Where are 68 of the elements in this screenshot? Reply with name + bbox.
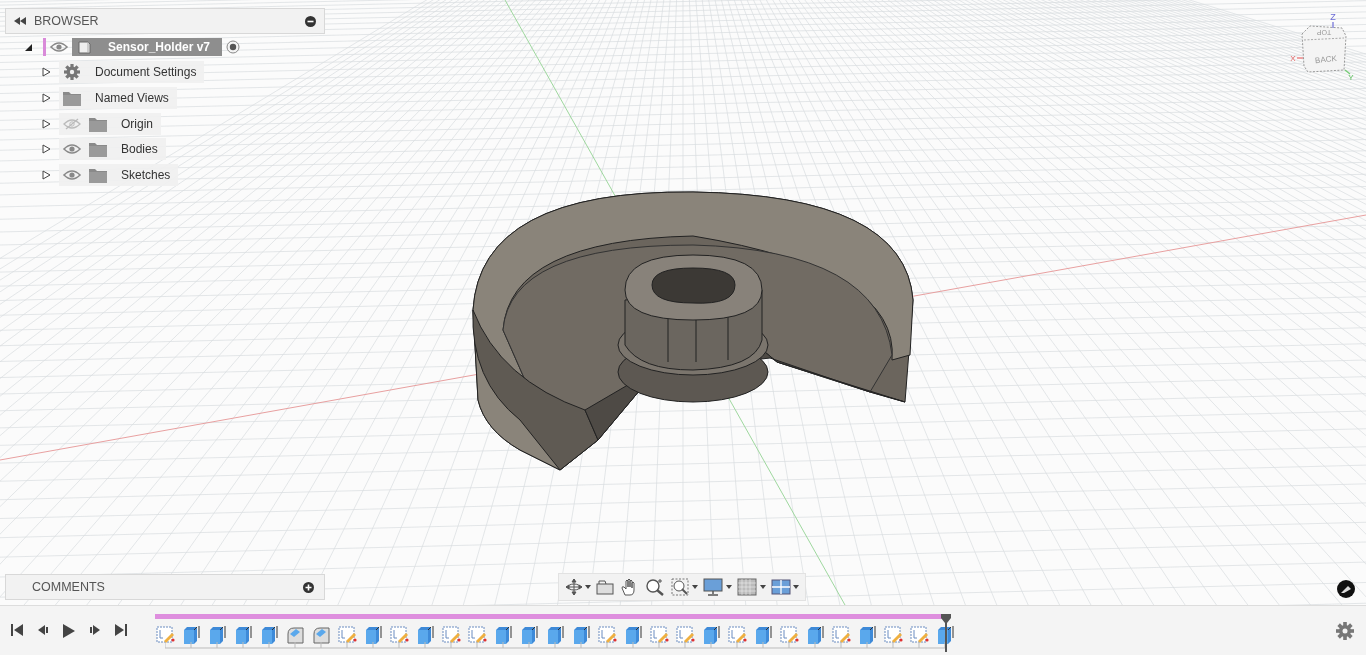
eye-icon[interactable] [50, 40, 68, 53]
sketch-feature-icon[interactable] [337, 623, 357, 644]
folder-icon [63, 90, 81, 106]
hidden-eye-icon[interactable] [63, 117, 81, 130]
folder-icon [89, 141, 107, 158]
folder-icon [89, 166, 107, 183]
skip-to-start-icon[interactable] [10, 622, 24, 637]
extrude-feature-icon[interactable] [805, 623, 825, 644]
expand-toggle-icon[interactable] [41, 169, 51, 180]
axis-label: Y [1348, 73, 1354, 82]
z-axis-line [1332, 21, 1334, 29]
gear-icon [63, 64, 81, 81]
display-settings-icon[interactable] [703, 578, 733, 596]
component-icon [72, 37, 96, 56]
active-marker [43, 37, 46, 56]
extrude-feature-icon[interactable] [259, 623, 279, 644]
eye-icon[interactable] [63, 168, 81, 181]
extrude-feature-icon[interactable] [857, 623, 877, 644]
folder-icon [89, 115, 107, 132]
extrude-feature-icon[interactable] [571, 623, 591, 644]
eye-icon[interactable] [63, 143, 81, 156]
look-at-icon[interactable] [595, 578, 615, 596]
sketch-feature-icon[interactable] [727, 623, 747, 644]
axis-label: Z [1330, 12, 1336, 22]
extrude-feature-icon[interactable] [415, 623, 435, 644]
extrude-feature-icon[interactable] [519, 623, 539, 644]
settings-icon[interactable] [1336, 621, 1354, 640]
extrude-feature-icon[interactable] [753, 623, 773, 644]
panel-title: BROWSER [34, 14, 100, 28]
extrude-feature-icon[interactable] [493, 623, 513, 644]
sketch-feature-icon[interactable] [597, 623, 617, 644]
viewports-icon[interactable] [771, 578, 799, 596]
sketch-feature-icon[interactable] [883, 623, 903, 644]
sketch-feature-icon[interactable] [779, 623, 799, 644]
expand-toggle-icon[interactable] [41, 93, 51, 103]
collapse-icon[interactable] [14, 17, 26, 25]
activate-radio[interactable] [226, 39, 241, 54]
extrude-feature-icon[interactable] [181, 623, 201, 644]
orbit-icon[interactable] [565, 578, 591, 596]
step-back-icon[interactable] [36, 622, 50, 637]
extrude-feature-icon[interactable] [363, 623, 383, 644]
sketch-palette-icon[interactable] [1337, 580, 1355, 598]
sketch-feature-icon[interactable] [909, 623, 929, 644]
sketch-feature-icon[interactable] [467, 623, 487, 644]
expand-toggle-icon[interactable] [41, 144, 51, 155]
skip-to-end-icon[interactable] [114, 622, 128, 637]
timeline-marker-icon[interactable] [941, 613, 951, 652]
expand-toggle-icon[interactable] [41, 118, 51, 129]
grid-settings-icon[interactable] [737, 578, 767, 596]
panel-title: COMMENTS [32, 580, 106, 594]
sketch-feature-icon[interactable] [441, 623, 461, 644]
axis-label: X [1290, 54, 1296, 63]
sketch-feature-icon[interactable] [155, 623, 175, 644]
play-icon[interactable] [62, 622, 76, 639]
sketch-feature-icon[interactable] [389, 623, 409, 644]
extrude-feature-icon[interactable] [623, 623, 643, 644]
extrude-feature-icon[interactable] [701, 623, 721, 644]
minimize-icon[interactable] [305, 15, 316, 27]
extrude-feature-icon[interactable] [207, 623, 227, 644]
sketch-feature-icon[interactable] [675, 623, 695, 644]
sketch-feature-icon[interactable] [649, 623, 669, 644]
sketch-feature-icon[interactable] [831, 623, 851, 644]
fit-zoom-icon[interactable] [671, 578, 699, 596]
extrude-feature-icon[interactable] [233, 623, 253, 644]
add-comment-icon[interactable] [303, 581, 314, 593]
step-forward-icon[interactable] [88, 622, 102, 637]
expand-toggle-icon[interactable] [41, 67, 51, 78]
extrude-feature-icon[interactable] [545, 623, 565, 644]
